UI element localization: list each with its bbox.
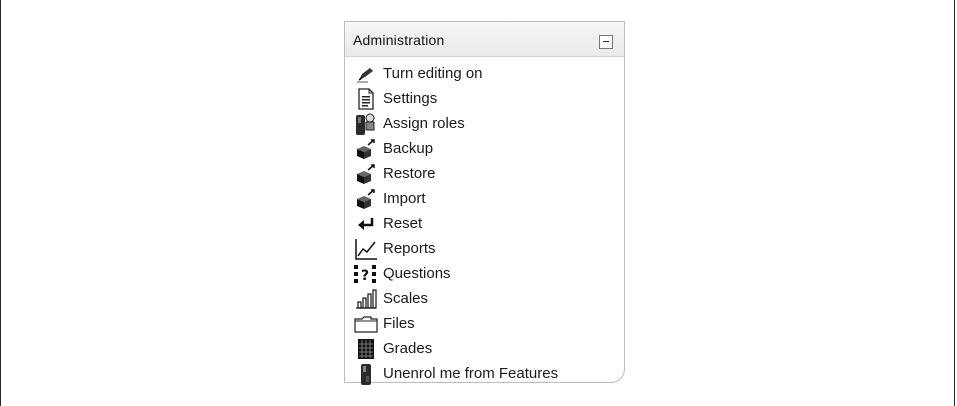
menu-item-label: Unenrol me from Features xyxy=(383,365,559,382)
svg-text:?: ? xyxy=(361,268,369,284)
menu-item-grades[interactable]: Grades xyxy=(353,336,558,361)
menu-item-label: Scales xyxy=(383,290,429,307)
menu-item-label: Settings xyxy=(383,90,438,107)
roles-icon xyxy=(353,112,379,136)
settings-icon xyxy=(353,87,379,111)
menu-item-files[interactable]: Files xyxy=(353,311,558,336)
edit-icon xyxy=(353,62,379,86)
backup-icon xyxy=(353,137,379,161)
questions-icon: ? xyxy=(353,262,379,286)
block-title: Administration xyxy=(353,32,445,48)
unenrol-icon xyxy=(353,362,379,386)
menu-item-label: Reset xyxy=(383,215,423,232)
menu-item-scales[interactable]: Scales xyxy=(353,286,558,311)
menu-item-backup[interactable]: Backup xyxy=(353,136,558,161)
menu-item-reset[interactable]: Reset xyxy=(353,211,558,236)
menu-item-label: Import xyxy=(383,190,426,207)
scales-icon xyxy=(353,287,379,311)
menu-item-restore[interactable]: Restore xyxy=(353,161,558,186)
reports-icon xyxy=(353,237,379,261)
menu-item-questions[interactable]: ? Questions xyxy=(353,261,558,286)
menu-item-label: Backup xyxy=(383,140,434,157)
menu-item-label: Questions xyxy=(383,265,451,282)
import-icon xyxy=(353,187,379,211)
collapse-button[interactable] xyxy=(599,35,613,49)
menu-item-turn-editing-on[interactable]: Turn editing on xyxy=(353,61,558,86)
menu-item-label: Files xyxy=(383,315,415,332)
folder-icon xyxy=(353,312,379,336)
menu-item-label: Restore xyxy=(383,165,436,182)
restore-icon xyxy=(353,162,379,186)
block-header: Administration xyxy=(345,22,624,57)
admin-menu: Turn editing on Settings Assign roles Ba… xyxy=(353,61,558,386)
grades-icon xyxy=(353,337,379,361)
administration-block: Administration Turn editing on Settings … xyxy=(344,21,625,386)
menu-item-settings[interactable]: Settings xyxy=(353,86,558,111)
menu-item-label: Assign roles xyxy=(383,115,465,132)
menu-item-label: Grades xyxy=(383,340,433,357)
menu-item-label: Reports xyxy=(383,240,436,257)
menu-item-unenrol[interactable]: Unenrol me from Features xyxy=(353,361,558,386)
menu-item-reports[interactable]: Reports xyxy=(353,236,558,261)
menu-item-import[interactable]: Import xyxy=(353,186,558,211)
reset-icon xyxy=(353,212,379,236)
menu-item-assign-roles[interactable]: Assign roles xyxy=(353,111,558,136)
menu-item-label: Turn editing on xyxy=(383,65,483,82)
